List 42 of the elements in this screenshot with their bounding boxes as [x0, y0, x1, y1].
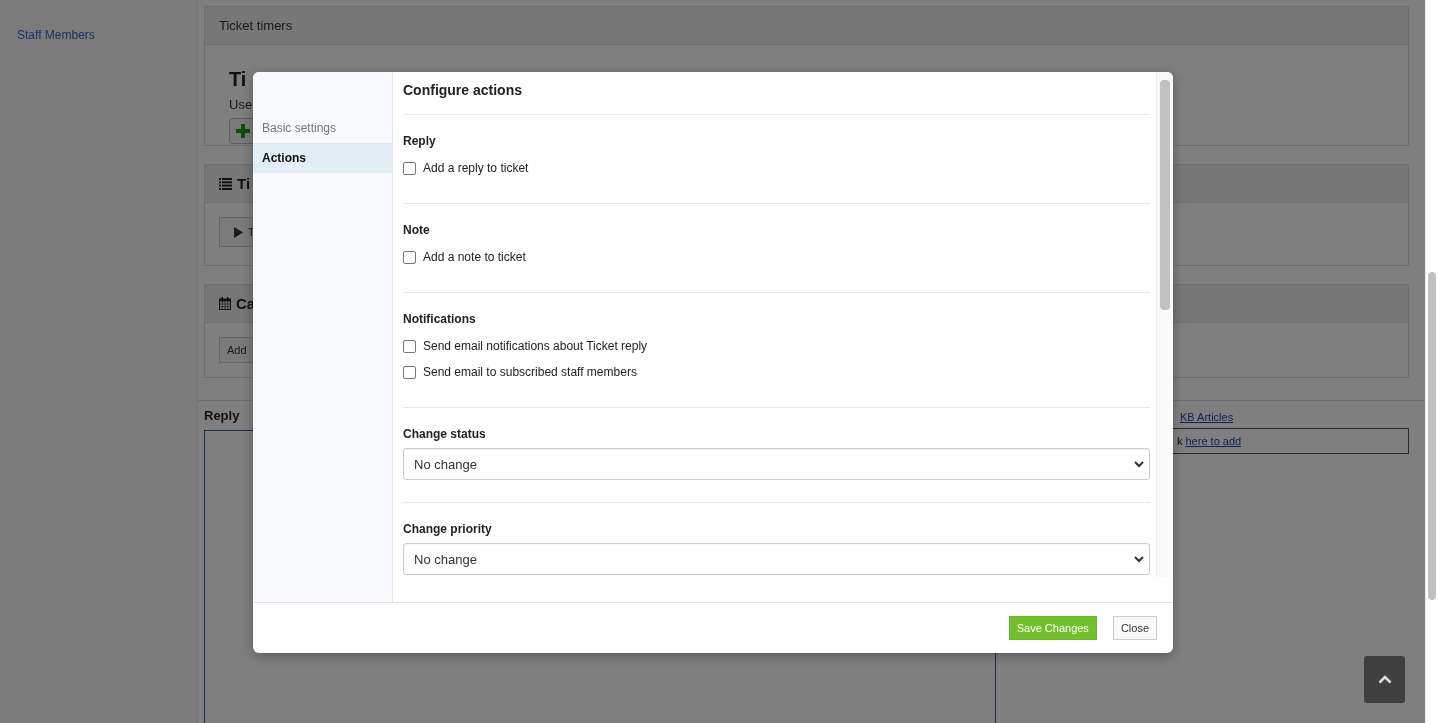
scrollbar-thumb[interactable] — [1428, 272, 1436, 600]
calendar-icon — [219, 297, 231, 310]
kb-text: k — [1177, 435, 1183, 447]
play-icon — [234, 226, 243, 238]
field-label: Reply — [204, 408, 241, 423]
plus-icon — [236, 124, 250, 138]
close-button[interactable]: Close — [1112, 616, 1157, 640]
checkbox[interactable] — [403, 365, 416, 379]
save-button[interactable]: Save Changes — [1008, 616, 1097, 640]
checkbox-label: Send email notifications about Ticket reply — [423, 339, 648, 353]
add-button[interactable]: Add — [219, 337, 255, 363]
panel-title: Ticket timers — [219, 18, 293, 33]
chevron-up-icon — [1377, 675, 1392, 684]
section-title: Change status — [403, 426, 487, 442]
scrollbar[interactable] — [1425, 0, 1438, 723]
dropdown[interactable]: No change — [403, 448, 1150, 480]
checkbox-label: Send email to subscribed staff members — [423, 365, 637, 379]
checkbox-label: Add a reply to ticket — [423, 161, 529, 175]
heading: Ti — [229, 67, 247, 91]
dropdown[interactable]: No change — [403, 543, 1150, 575]
panel-title: Ti — [237, 175, 251, 192]
checkbox[interactable] — [403, 161, 416, 175]
back-to-top-button[interactable] — [1364, 656, 1405, 703]
checkbox[interactable] — [403, 250, 416, 264]
scrollbar[interactable] — [1156, 72, 1173, 577]
add-link[interactable]: here to add — [1185, 435, 1242, 447]
sidebar-link[interactable]: Staff Members — [17, 28, 95, 42]
kb-articles-link[interactable]: KB Articles — [1180, 411, 1234, 423]
list-icon — [219, 177, 232, 190]
checkbox-label: Add a note to ticket — [423, 250, 526, 264]
settings-tab[interactable]: Actions — [253, 143, 392, 173]
scrollbar-thumb[interactable] — [1160, 80, 1170, 310]
section-title: Change priority — [403, 521, 493, 537]
section-title: Reply — [403, 133, 437, 149]
checkbox[interactable] — [403, 339, 416, 353]
settings-tab[interactable]: Basic settings — [253, 113, 392, 143]
section-title: Notifications — [403, 311, 477, 327]
section-title: Note — [403, 222, 431, 238]
description-text: Use — [229, 97, 254, 112]
modal-title: Configure actions — [403, 72, 1150, 115]
chevron-down-icon — [1134, 460, 1144, 468]
chevron-down-icon — [1134, 555, 1144, 563]
